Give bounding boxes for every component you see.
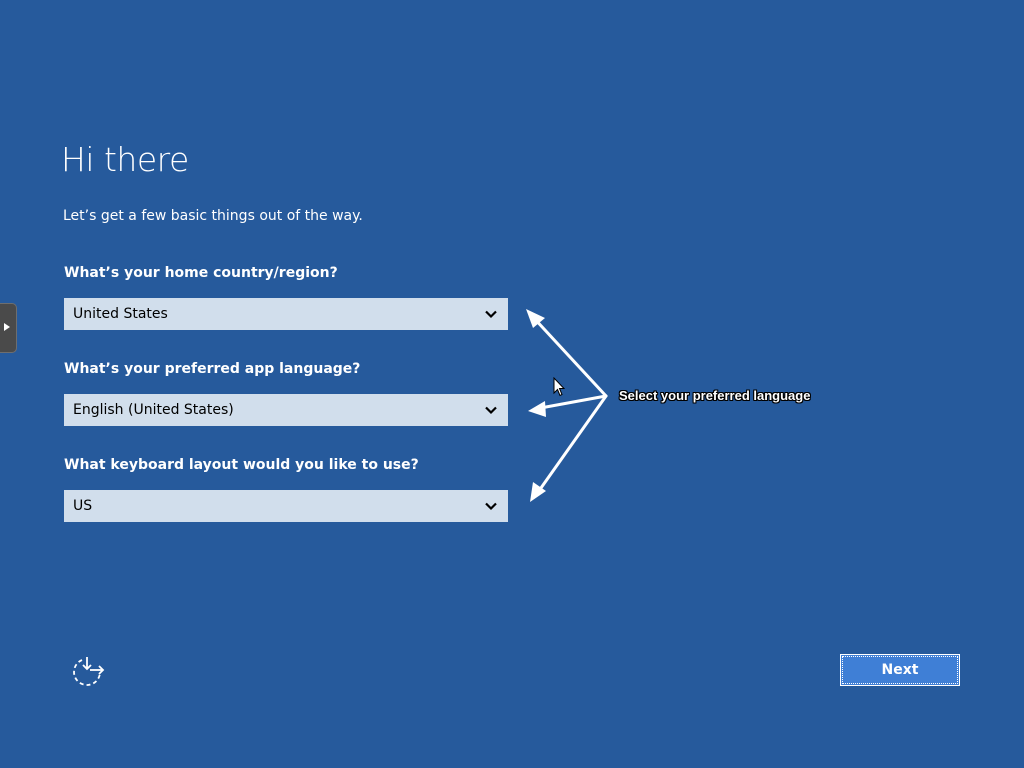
ease-of-access-icon[interactable] [70, 654, 106, 686]
chevron-down-icon [485, 502, 497, 511]
side-panel-tab[interactable] [0, 303, 17, 353]
country-dropdown[interactable]: United States [64, 298, 508, 330]
next-button[interactable]: Next [840, 654, 960, 686]
page-subtitle: Let’s get a few basic things out of the … [63, 208, 363, 224]
app-language-question-label: What’s your preferred app language? [64, 361, 361, 377]
chevron-down-icon [485, 310, 497, 319]
keyboard-dropdown-value: US [73, 498, 93, 514]
country-question-label: What’s your home country/region? [64, 265, 338, 281]
annotation-label: Select your preferred language [619, 388, 811, 403]
app-language-dropdown-value: English (United States) [73, 402, 234, 418]
mouse-cursor-icon [553, 377, 565, 397]
page-title: Hi there [61, 140, 189, 179]
expand-arrow-icon [4, 323, 10, 331]
keyboard-question-label: What keyboard layout would you like to u… [64, 457, 419, 473]
country-dropdown-value: United States [73, 306, 168, 322]
annotation-arrows [526, 309, 608, 502]
keyboard-dropdown[interactable]: US [64, 490, 508, 522]
chevron-down-icon [485, 406, 497, 415]
app-language-dropdown[interactable]: English (United States) [64, 394, 508, 426]
